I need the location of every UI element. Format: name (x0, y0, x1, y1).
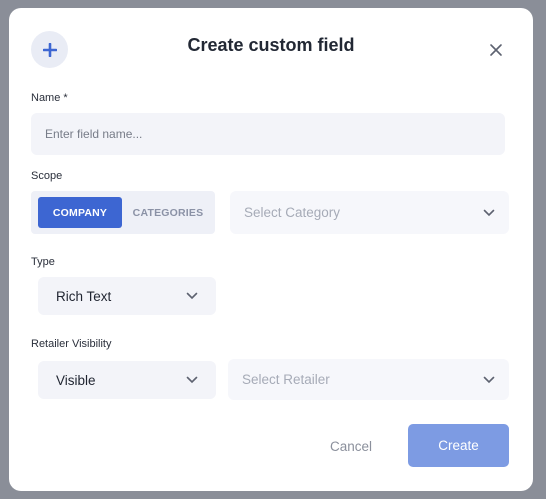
visibility-select[interactable]: Visible (38, 361, 216, 399)
type-select[interactable]: Rich Text (38, 277, 216, 315)
name-input[interactable] (31, 113, 505, 155)
cancel-button[interactable]: Cancel (319, 435, 383, 457)
dialog-title: Create custom field (187, 35, 355, 55)
retailer-select-value: Select Retailer (242, 372, 330, 387)
retailer-visibility-label: Retailer Visibility (31, 338, 112, 350)
retailer-select[interactable]: Select Retailer (228, 359, 509, 400)
scope-company-button[interactable]: COMPANY (38, 197, 122, 228)
chevron-down-icon (483, 376, 495, 383)
scope-toggle: COMPANY CATEGORIES (31, 191, 215, 234)
create-button[interactable]: Create (408, 424, 509, 467)
scope-categories-button[interactable]: CATEGORIES (127, 197, 209, 228)
chevron-down-icon (186, 376, 198, 384)
chevron-down-icon (186, 292, 198, 300)
scope-label: Scope (31, 170, 63, 182)
category-select-value: Select Category (244, 205, 341, 220)
modal-dialog: Create custom field Name * Scope COMPANY… (9, 8, 533, 491)
category-select[interactable]: Select Category (230, 191, 509, 234)
visibility-select-value: Visible (56, 372, 96, 388)
name-label: Name * (31, 92, 68, 104)
type-label: Type (31, 256, 55, 268)
type-select-value: Rich Text (56, 288, 112, 304)
close-icon[interactable] (489, 43, 503, 57)
chevron-down-icon (483, 209, 495, 216)
